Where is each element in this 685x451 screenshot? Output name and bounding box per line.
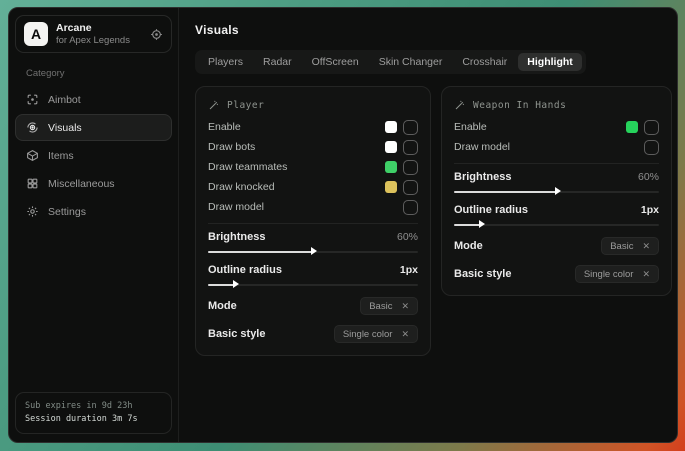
main-content: Visuals Players Radar OffScreen Skin Cha… [179,8,678,442]
player-panel: Player Enable Draw bots [195,86,431,356]
color-swatch[interactable] [385,121,397,133]
checkbox[interactable] [403,140,418,155]
basic-style-tag[interactable]: Single color ✕ [334,325,418,343]
game-background: A Arcane for Apex Legends Category [0,0,685,451]
brand-card: A Arcane for Apex Legends [15,15,172,53]
mode-tag[interactable]: Basic ✕ [360,297,418,315]
session-info-card: Sub expires in 9d 23h Session duration 3… [15,392,172,434]
slider-thumb[interactable] [479,220,485,228]
cheat-menu-window: A Arcane for Apex Legends Category [8,7,678,443]
outline-radius-slider[interactable] [454,223,659,226]
toggle-row-enable: Enable [454,117,659,137]
checkbox[interactable] [403,160,418,175]
sidebar-nav: Aimbot Visuals [15,86,172,225]
tab-offscreen[interactable]: OffScreen [303,53,368,71]
target-icon[interactable] [150,28,163,41]
slider-label: Brightness [454,171,511,183]
sidebar-item-label: Aimbot [48,94,81,106]
crosshair-brackets-icon [26,93,39,106]
sidebar-item-label: Miscellaneous [48,178,115,190]
checkbox[interactable] [644,120,659,135]
remove-tag-icon[interactable]: ✕ [642,241,650,252]
remove-tag-icon[interactable]: ✕ [401,329,409,340]
toggle-row-draw-teammates: Draw teammates [208,157,418,177]
package-icon [26,149,39,162]
eye-scan-icon [26,121,39,134]
toggle-row-enable: Enable [208,117,418,137]
slider-value: 60% [397,231,418,243]
grid-icon [26,177,39,190]
slider-thumb[interactable] [233,280,239,288]
color-swatch[interactable] [385,141,397,153]
sidebar-item-label: Visuals [48,122,82,134]
slider-thumb[interactable] [555,187,561,195]
slider-value: 1px [400,264,418,276]
slider-value: 60% [638,171,659,183]
category-label: Category [26,68,161,79]
brightness-slider[interactable] [208,250,418,253]
sidebar-item-label: Settings [48,206,86,218]
app-subtitle: for Apex Legends [56,35,130,47]
panel-title: Player [227,100,264,111]
color-swatch[interactable] [385,161,397,173]
divider [454,163,659,164]
divider [208,223,418,224]
tab-highlight[interactable]: Highlight [518,53,582,71]
wand-icon [454,99,466,111]
gear-icon [26,205,39,218]
tab-skin-changer[interactable]: Skin Changer [370,53,452,71]
remove-tag-icon[interactable]: ✕ [642,269,650,280]
mode-tag[interactable]: Basic ✕ [601,237,659,255]
slider-label: Brightness [208,231,265,243]
basic-style-select-row: Basic style Single color ✕ [208,323,418,345]
sidebar-item-items[interactable]: Items [15,142,172,169]
session-duration-text: Session duration 3m 7s [25,413,162,426]
toggle-row-draw-bots: Draw bots [208,137,418,157]
weapon-in-hands-panel: Weapon In Hands Enable Draw model [441,86,672,296]
color-swatch[interactable] [385,181,397,193]
sidebar-item-settings[interactable]: Settings [15,198,172,225]
color-swatch[interactable] [626,121,638,133]
wand-icon [208,99,220,111]
tab-crosshair[interactable]: Crosshair [453,53,516,71]
mode-select-row: Mode Basic ✕ [454,235,659,257]
sidebar-item-visuals[interactable]: Visuals [15,114,172,141]
checkbox[interactable] [403,180,418,195]
sidebar-item-miscellaneous[interactable]: Miscellaneous [15,170,172,197]
panel-title: Weapon In Hands [473,100,566,111]
page-title: Visuals [195,23,672,37]
sidebar-item-aimbot[interactable]: Aimbot [15,86,172,113]
slider-label: Outline radius [208,264,282,276]
slider-thumb[interactable] [311,247,317,255]
checkbox[interactable] [644,140,659,155]
settings-cards: Player Enable Draw bots [195,86,672,356]
brightness-slider[interactable] [454,190,659,193]
sidebar-item-label: Items [48,150,74,162]
toggle-row-draw-model: Draw model [208,197,418,217]
checkbox[interactable] [403,200,418,215]
slider-label: Outline radius [454,204,528,216]
sidebar: A Arcane for Apex Legends Category [9,8,179,442]
outline-radius-slider[interactable] [208,283,418,286]
toggle-row-draw-knocked: Draw knocked [208,177,418,197]
sub-expiry-text: Sub expires in 9d 23h [25,400,162,413]
app-title: Arcane [56,22,130,35]
mode-select-row: Mode Basic ✕ [208,295,418,317]
remove-tag-icon[interactable]: ✕ [401,301,409,312]
app-logo: A [24,22,48,46]
basic-style-select-row: Basic style Single color ✕ [454,263,659,285]
toggle-row-draw-model: Draw model [454,137,659,157]
tab-players[interactable]: Players [199,53,252,71]
checkbox[interactable] [403,120,418,135]
tab-radar[interactable]: Radar [254,53,301,71]
slider-value: 1px [641,204,659,216]
basic-style-tag[interactable]: Single color ✕ [575,265,659,283]
visuals-tabbar: Players Radar OffScreen Skin Changer Cro… [195,50,586,74]
